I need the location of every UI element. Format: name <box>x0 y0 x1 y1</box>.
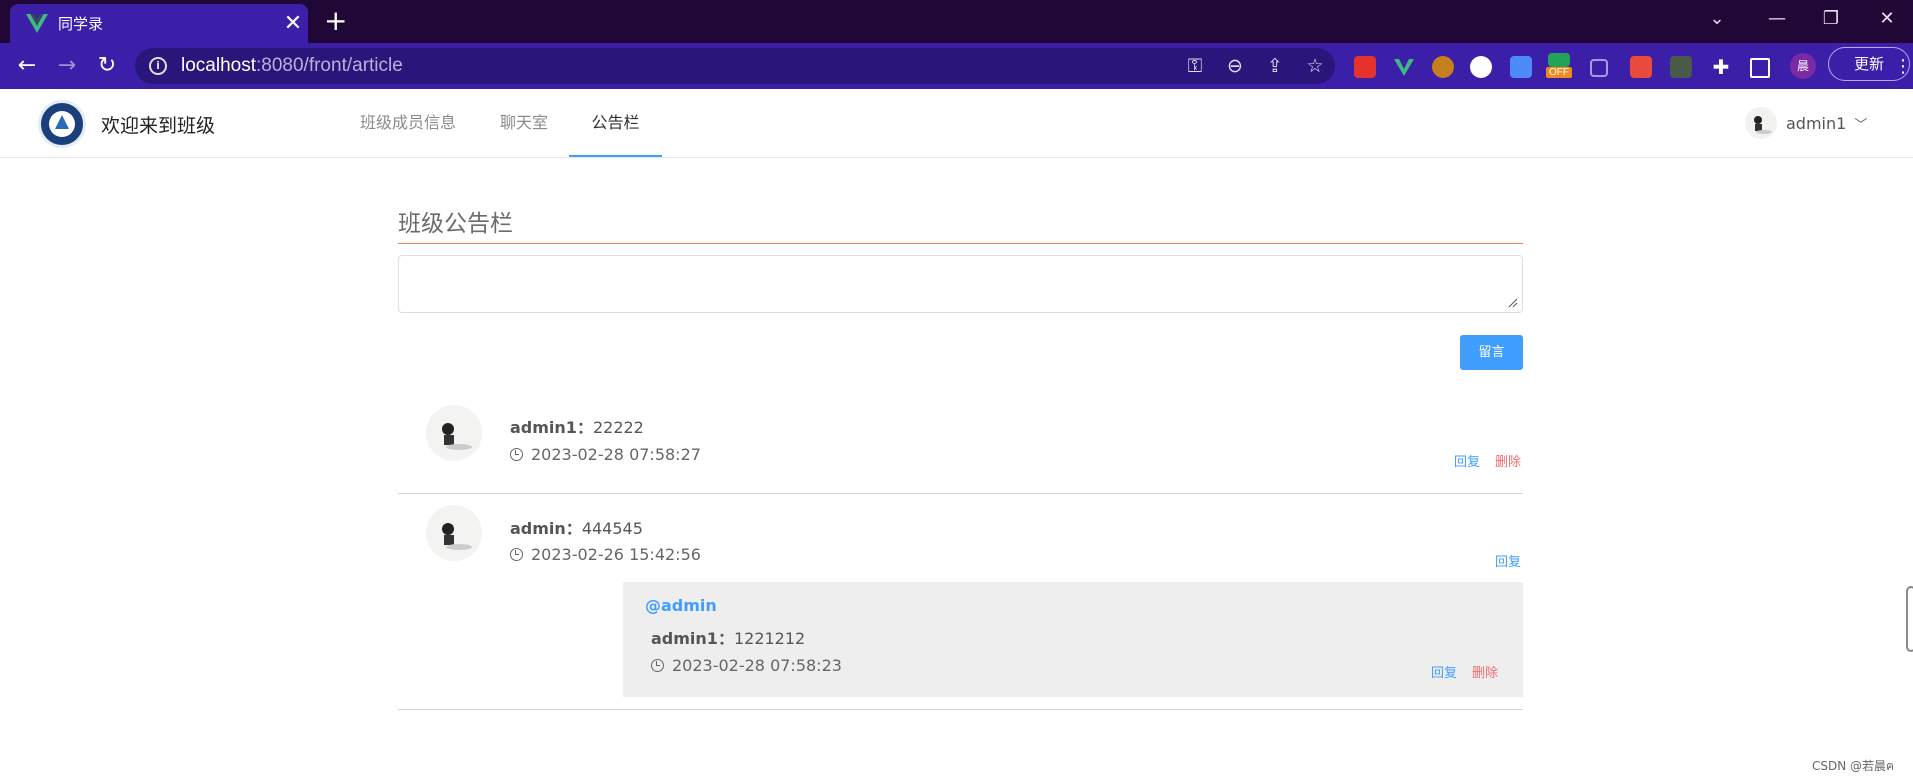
chevron-down-icon: ﹀ <box>1854 117 1868 133</box>
extension-red-icon[interactable] <box>1354 56 1376 78</box>
reload-icon[interactable]: ↻ <box>92 51 122 81</box>
browser-tab-strip: 同学录 ✕ + ⌄ — ❐ ✕ <box>0 0 1913 43</box>
avatar-illustration-icon <box>442 423 472 450</box>
back-arrow-icon[interactable]: ← <box>12 51 42 81</box>
comment-divider <box>398 709 1523 710</box>
reply-link[interactable]: 回复 <box>1431 662 1457 681</box>
share-icon[interactable]: ⇪ <box>1255 55 1295 77</box>
cookie-icon[interactable] <box>1432 56 1454 78</box>
extension-off-badge: OFF <box>1546 67 1572 78</box>
nav-member-info[interactable]: 班级成员信息 <box>360 89 456 157</box>
reply-mention[interactable]: @admin <box>645 596 717 615</box>
comment-avatar <box>426 405 482 461</box>
user-dropdown[interactable]: admin1 ﹀ <box>1745 106 1867 140</box>
tab-title: 同学录 <box>58 15 104 33</box>
vue-logo-icon <box>26 13 48 33</box>
avatar-illustration-icon <box>442 523 472 550</box>
tab-search-icon[interactable]: ⌄ <box>1702 8 1732 29</box>
reply-container: @admin admin1：1221212 2023-02-28 07:58:2… <box>623 582 1523 697</box>
address-bar[interactable]: i localhost:8080/front/article ⚿ ⊖ ⇪ ☆ <box>135 48 1335 84</box>
browser-tab-active[interactable]: 同学录 ✕ <box>10 4 308 43</box>
site-title: 欢迎来到班级 <box>101 115 216 137</box>
extension-qr-icon[interactable] <box>1670 56 1692 78</box>
comment-divider <box>398 493 1523 494</box>
sail-icon <box>55 115 69 129</box>
reply-link[interactable]: 回复 <box>1495 551 1521 570</box>
clock-icon <box>510 448 523 461</box>
new-tab-button[interactable]: + <box>324 6 347 36</box>
post-message-button[interactable]: 留言 <box>1460 335 1523 370</box>
minimize-icon[interactable]: — <box>1762 8 1792 29</box>
extension-off-icon[interactable] <box>1548 53 1570 67</box>
zoom-out-icon[interactable]: ⊖ <box>1215 55 1255 77</box>
message-input[interactable] <box>398 255 1523 313</box>
forward-arrow-icon[interactable]: → <box>52 51 82 81</box>
comment-avatar <box>426 505 482 561</box>
comment-content: 444545 <box>581 519 643 538</box>
restore-icon[interactable]: ❐ <box>1816 8 1846 29</box>
site-info-icon[interactable]: i <box>149 57 167 75</box>
reply-link[interactable]: 回复 <box>1454 451 1480 470</box>
clock-icon <box>510 548 523 561</box>
clock-icon <box>651 659 664 672</box>
reply-content: 1221212 <box>733 629 806 648</box>
extension-grid-icon[interactable] <box>1590 59 1608 77</box>
comment-timestamp: 2023-02-26 15:42:56 <box>510 545 701 564</box>
delete-link[interactable]: 删除 <box>1495 451 1521 470</box>
reply-author-line: admin1：1221212 <box>651 629 806 648</box>
tab-close-icon[interactable]: ✕ <box>278 11 308 36</box>
url-text[interactable]: localhost:8080/front/article <box>181 55 1175 77</box>
vue-devtools-icon[interactable] <box>1393 56 1415 78</box>
comment-author-line: admin1：22222 <box>510 418 644 437</box>
avatar-illustration-icon <box>1754 116 1772 134</box>
resize-grip-icon[interactable] <box>1508 298 1518 308</box>
comment-author-line: admin：444545 <box>510 519 643 538</box>
delete-link[interactable]: 删除 <box>1472 662 1498 681</box>
reply-timestamp: 2023-02-28 07:58:23 <box>651 656 842 675</box>
site-header: 欢迎来到班级 班级成员信息 聊天室 公告栏 admin1 ﹀ <box>0 89 1913 158</box>
extension-circle-icon[interactable] <box>1470 56 1492 78</box>
board-title: 班级公告栏 <box>398 211 513 237</box>
profile-avatar[interactable]: 晨 <box>1790 53 1816 79</box>
class-logo <box>38 100 86 148</box>
nav-chatroom[interactable]: 聊天室 <box>498 89 550 157</box>
extensions-puzzle-icon[interactable]: ✚ <box>1710 56 1732 78</box>
close-window-icon[interactable]: ✕ <box>1872 8 1902 29</box>
nav-announcement-board[interactable]: 公告栏 <box>569 89 662 157</box>
watermark: CSDN @若晨ฅ <box>1812 759 1895 773</box>
browser-menu-icon[interactable]: ⋮ <box>1894 56 1912 77</box>
translate-icon[interactable] <box>1510 56 1532 78</box>
comment-author: admin <box>510 519 566 538</box>
reply-author: admin1 <box>651 629 718 648</box>
bookmark-star-icon[interactable]: ☆ <box>1295 55 1335 77</box>
floating-side-tab[interactable] <box>1906 586 1913 652</box>
title-underline <box>398 243 1523 244</box>
browser-toolbar: ← → ↻ i localhost:8080/front/article ⚿ ⊖… <box>0 43 1913 89</box>
user-avatar <box>1745 107 1777 139</box>
side-panel-icon[interactable] <box>1750 58 1770 78</box>
comment-timestamp: 2023-02-28 07:58:27 <box>510 445 701 464</box>
user-name: admin1 <box>1786 113 1847 133</box>
comment-content: 22222 <box>592 418 644 437</box>
comment-author: admin1 <box>510 418 577 437</box>
extension-tree-icon[interactable] <box>1630 56 1652 78</box>
key-icon[interactable]: ⚿ <box>1175 55 1215 77</box>
